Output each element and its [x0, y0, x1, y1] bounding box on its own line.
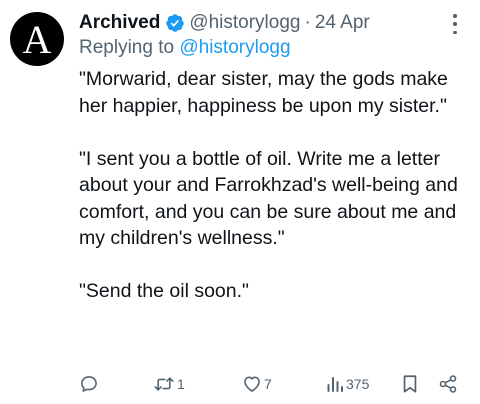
reply-button[interactable]: [79, 372, 99, 396]
more-options-icon[interactable]: [446, 14, 464, 34]
tweet: A Archived @historylogg · 24 Apr Replyin…: [0, 0, 480, 404]
bookmark-button[interactable]: [401, 372, 419, 396]
author-handle[interactable]: @historylogg: [189, 12, 300, 34]
retweet-button[interactable]: 1: [153, 372, 185, 396]
retweet-count: 1: [177, 376, 185, 392]
verified-badge-icon: [165, 13, 185, 33]
action-bar: 1 7 375: [79, 372, 464, 396]
tweet-paragraph-1: "Morwarid, dear sister, may the gods mak…: [79, 68, 448, 117]
heart-icon: [242, 374, 262, 394]
reply-mention-link[interactable]: @historylogg: [179, 37, 290, 58]
avatar[interactable]: A: [10, 12, 64, 66]
header-separator: ·: [304, 12, 311, 33]
tweet-paragraph-3: "Send the oil soon.": [79, 280, 249, 302]
reply-icon: [79, 374, 99, 394]
like-count: 7: [264, 376, 272, 392]
retweet-icon: [153, 374, 175, 394]
tweet-date[interactable]: 24 Apr: [315, 12, 370, 34]
views-button[interactable]: 375: [326, 372, 369, 396]
views-count: 375: [346, 376, 370, 392]
share-icon: [438, 374, 458, 394]
bookmark-icon: [401, 374, 419, 394]
tweet-text: "Morwarid, dear sister, may the gods mak…: [79, 66, 471, 305]
tweet-paragraph-2: "I sent you a bottle of oil. Write me a …: [79, 147, 458, 250]
tweet-header: Archived @historylogg · 24 Apr: [79, 10, 449, 36]
author-name[interactable]: Archived: [79, 12, 160, 34]
replying-to: Replying to @historylogg: [79, 37, 291, 59]
like-button[interactable]: 7: [242, 372, 272, 396]
share-button[interactable]: [438, 372, 458, 396]
replying-to-label: Replying to: [79, 37, 175, 58]
views-icon: [326, 374, 344, 394]
